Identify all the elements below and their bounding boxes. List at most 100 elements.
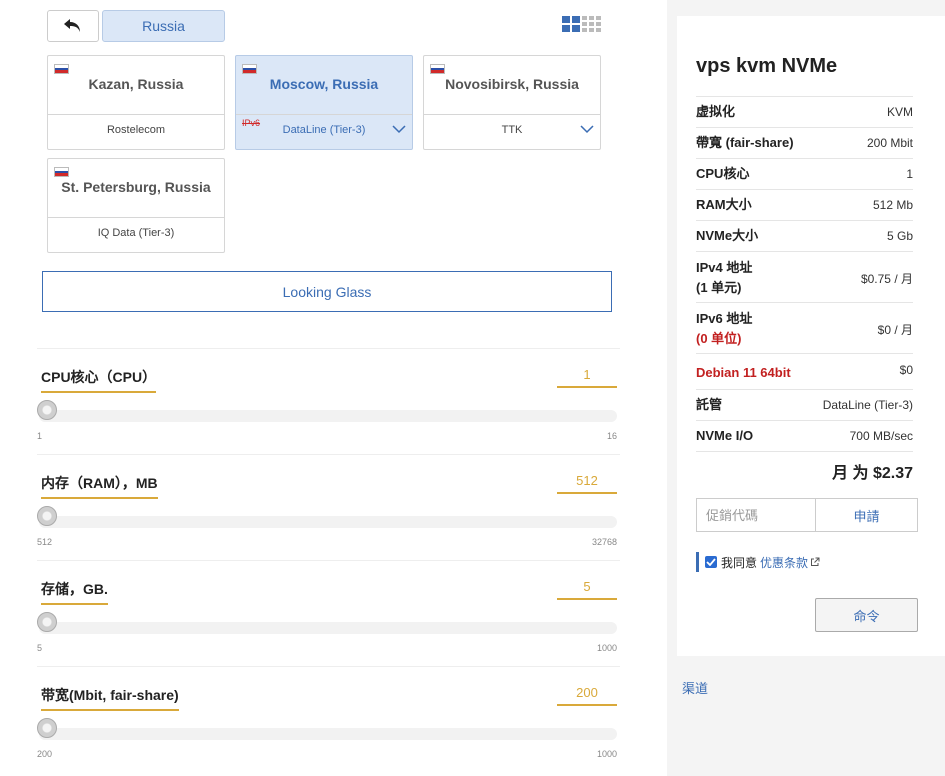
total-price: 月 为 $2.37 xyxy=(832,465,913,482)
spec-key-sub: (1 单元) xyxy=(696,280,742,295)
grid-large-icon[interactable] xyxy=(562,16,580,32)
spec-key: Debian 11 64bit xyxy=(696,365,791,380)
spec-divider xyxy=(696,451,913,452)
card-divider xyxy=(48,217,224,218)
spec-key: CPU核心 xyxy=(696,166,750,181)
spec-value: $0 / 月 xyxy=(877,323,913,337)
location-card-novosibirsk[interactable]: Novosibirsk, Russia TTK xyxy=(423,55,601,150)
location-city: St. Petersburg, Russia xyxy=(61,179,211,195)
slider-storage: 存储，GB. 5 5 1000 xyxy=(37,560,620,666)
slider-track[interactable] xyxy=(39,516,617,528)
location-datacenter: IQ Data (Tier-3) xyxy=(97,227,175,239)
looking-glass-button[interactable]: Looking Glass xyxy=(42,271,612,312)
looking-glass-label: Looking Glass xyxy=(282,283,372,300)
spec-value: 1 xyxy=(906,167,913,181)
location-card-st-petersburg[interactable]: St. Petersburg, Russia IQ Data (Tier-3) xyxy=(47,158,225,253)
card-divider xyxy=(48,114,224,115)
spec-value: $0 xyxy=(899,363,913,377)
grid-small-icon[interactable] xyxy=(582,16,601,32)
slider-track[interactable] xyxy=(39,410,617,422)
slider-title: 带宽(Mbit, fair-share) xyxy=(41,685,179,711)
spec-row-ipv4: IPv4 地址 (1 单元) $0.75 / 月 xyxy=(696,251,913,302)
location-datacenter: DataLine (Tier-3) xyxy=(282,124,366,136)
slider-handle[interactable] xyxy=(37,612,57,632)
slider-handle[interactable] xyxy=(37,400,57,420)
spec-key: NVMe大小 xyxy=(696,228,759,243)
order-button[interactable]: 命令 xyxy=(815,598,918,632)
product-title: vps kvm NVMe xyxy=(696,55,838,77)
slider-title: CPU核心（CPU） xyxy=(41,367,157,393)
apply-promo-button[interactable]: 申請 xyxy=(816,499,917,531)
spec-value: KVM xyxy=(886,105,913,119)
slider-value[interactable]: 5 xyxy=(557,579,617,600)
spec-key: NVMe I/O xyxy=(696,428,754,443)
check-icon xyxy=(706,558,716,566)
slider-ram: 内存（RAM），MB 512 512 32768 xyxy=(37,454,620,560)
spec-row-cpu: CPU核心 1 xyxy=(696,158,913,189)
slider-value[interactable]: 512 xyxy=(557,473,617,494)
russia-flag-icon xyxy=(54,64,69,74)
spec-key: RAM大小 xyxy=(696,197,752,212)
spec-row-storage: NVMe大小 5 Gb xyxy=(696,220,913,251)
location-city: Novosibirsk, Russia xyxy=(445,76,579,92)
chevron-down-icon[interactable] xyxy=(392,124,406,134)
slider-handle[interactable] xyxy=(37,718,57,738)
country-filter-button[interactable]: Russia xyxy=(102,10,225,42)
slider-min: 512 xyxy=(37,537,53,547)
spec-value: 512 Mb xyxy=(872,198,913,212)
spec-value: 700 MB/sec xyxy=(849,429,913,443)
spec-value: 200 Mbit xyxy=(866,136,913,150)
slider-handle[interactable] xyxy=(37,506,57,526)
location-city: Kazan, Russia xyxy=(88,76,184,92)
spec-value: $0.75 / 月 xyxy=(860,272,913,286)
spec-row-hosting: 託管 DataLine (Tier-3) xyxy=(696,389,913,420)
russia-flag-icon xyxy=(430,64,445,74)
channel-link[interactable]: 渠道 xyxy=(682,678,708,697)
location-datacenter: Rostelecom xyxy=(106,124,166,136)
spec-row-io: NVMe I/O 700 MB/sec xyxy=(696,420,913,451)
spec-row-virtualization: 虚拟化 KVM xyxy=(696,96,913,127)
slider-min: 1 xyxy=(37,431,43,441)
promo-code-input[interactable] xyxy=(697,499,816,531)
spec-row-os: Debian 11 64bit $0 xyxy=(696,353,913,389)
spec-value: DataLine (Tier-3) xyxy=(822,398,913,412)
configurator-panel: Russia Kazan, Russia Rostelecom Moscow, … xyxy=(0,0,667,776)
slider-value[interactable]: 1 xyxy=(557,367,617,388)
spec-row-ipv6: IPv6 地址 (0 单位) $0 / 月 xyxy=(696,302,913,353)
back-button[interactable] xyxy=(47,10,99,42)
slider-value[interactable]: 200 xyxy=(557,685,617,706)
chevron-down-icon[interactable] xyxy=(580,124,594,134)
undo-arrow-icon xyxy=(64,19,80,32)
spec-key-main: IPv6 地址 xyxy=(696,311,753,326)
russia-flag-icon xyxy=(242,64,257,74)
slider-bandwidth: 带宽(Mbit, fair-share) 200 200 1000 xyxy=(37,666,620,772)
spec-key: 帶寬 (fair-share) xyxy=(696,135,794,150)
spec-key-sub: (0 单位) xyxy=(696,331,742,346)
slider-max: 32768 xyxy=(591,537,617,547)
location-card-moscow[interactable]: Moscow, Russia IPv6 DataLine (Tier-3) xyxy=(235,55,413,150)
spec-key: IPv6 地址 (0 单位) xyxy=(696,309,752,349)
country-label: Russia xyxy=(142,18,185,34)
slider-cpu: CPU核心（CPU） 1 1 16 xyxy=(37,348,620,454)
slider-title: 存储，GB. xyxy=(41,579,108,605)
slider-min: 5 xyxy=(37,643,43,653)
agree-checkbox[interactable] xyxy=(705,556,717,568)
spec-key: 虚拟化 xyxy=(696,104,736,119)
terms-agreement: 我同意 优惠条款 xyxy=(696,552,820,572)
location-city: Moscow, Russia xyxy=(269,76,379,92)
external-link-icon xyxy=(811,557,820,566)
spec-key: 託管 xyxy=(696,397,723,412)
slider-track[interactable] xyxy=(39,622,617,634)
terms-link[interactable]: 优惠条款 xyxy=(760,554,808,571)
slider-track[interactable] xyxy=(39,728,617,740)
order-summary-card: vps kvm NVMe 虚拟化 KVM 帶寬 (fair-share) 200… xyxy=(677,16,945,656)
location-card-kazan[interactable]: Kazan, Russia Rostelecom xyxy=(47,55,225,150)
spec-row-bandwidth: 帶寬 (fair-share) 200 Mbit xyxy=(696,127,913,158)
promo-group: 申請 xyxy=(696,498,918,532)
slider-max: 1000 xyxy=(596,643,617,653)
slider-max: 1000 xyxy=(596,749,617,759)
view-toggle[interactable] xyxy=(562,16,601,32)
slider-min: 200 xyxy=(37,749,53,759)
agree-label: 我同意 xyxy=(721,555,758,570)
spec-row-ram: RAM大小 512 Mb xyxy=(696,189,913,220)
